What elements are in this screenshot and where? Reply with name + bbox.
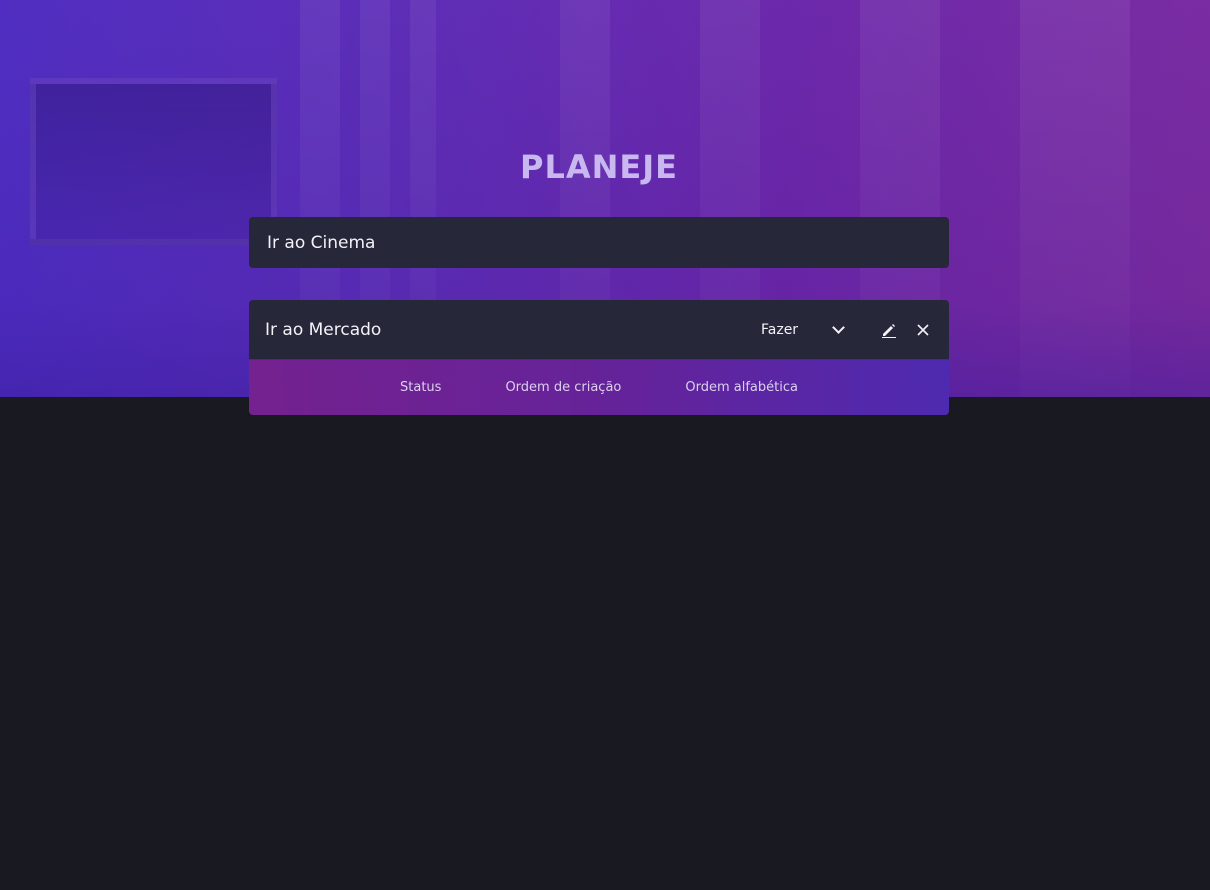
edit-task-button[interactable] [879, 320, 899, 340]
sort-alpha-button[interactable]: Ordem alfabética [653, 380, 830, 395]
delete-task-button[interactable] [913, 320, 933, 340]
chevron-down-icon [832, 321, 845, 334]
sort-bar: Status Ordem de criação Ordem alfabética [249, 360, 949, 415]
new-task-field[interactable] [249, 217, 949, 268]
close-icon [917, 323, 929, 336]
pencil-icon [882, 323, 896, 338]
task-list: Ir ao Mercado Fazer Status Ordem de cria… [249, 300, 949, 415]
status-select-value: Fazer [761, 321, 799, 338]
new-task-input[interactable] [265, 231, 933, 254]
page-title: PLANEJE [519, 148, 678, 186]
sort-created-button[interactable]: Ordem de criação [473, 380, 653, 395]
task-name: Ir ao Mercado [265, 319, 382, 340]
task-item: Ir ao Mercado Fazer [249, 300, 949, 360]
sort-status-button[interactable]: Status [368, 380, 473, 395]
status-select[interactable]: Fazer [761, 321, 845, 338]
